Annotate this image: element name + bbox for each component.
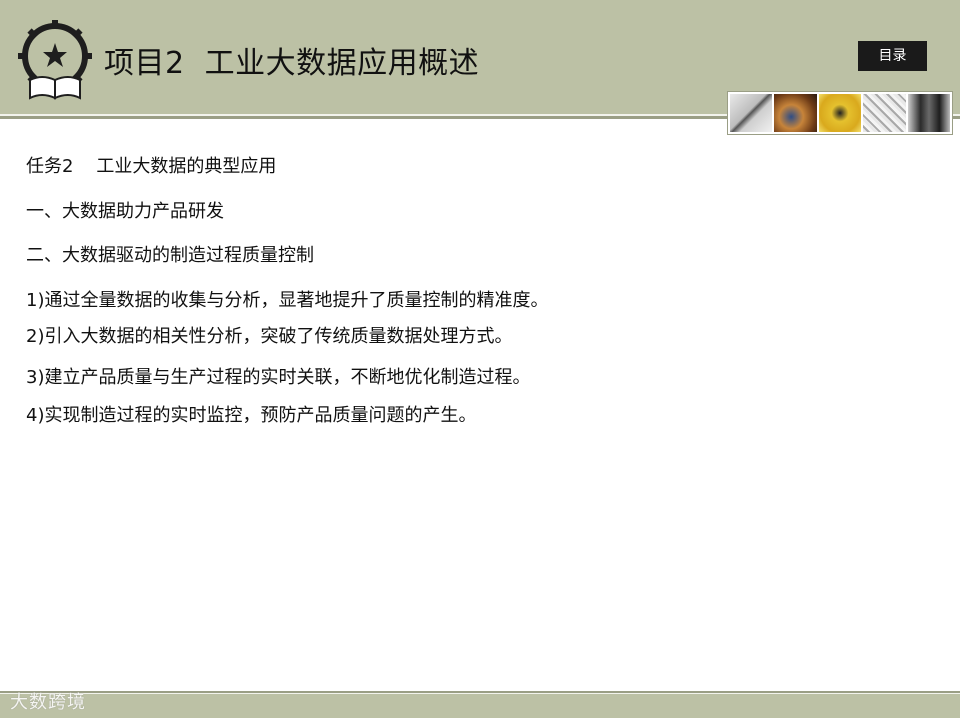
gear-star-book-emblem-icon xyxy=(16,18,94,102)
task-heading: 任务2 工业大数据的典型应用 xyxy=(26,156,277,177)
list-item: 3)建立产品质量与生产过程的实时关联，不断地优化制造过程。 xyxy=(26,367,531,388)
banner-photo-5 xyxy=(907,94,951,132)
section-heading-2: 二、大数据驱动的制造过程质量控制 xyxy=(26,245,314,266)
page-title: 项目2 工业大数据应用概述 xyxy=(104,46,480,81)
banner-photo-2 xyxy=(774,94,817,132)
menu-button[interactable]: 目录 xyxy=(858,41,927,71)
footer-bar xyxy=(0,694,960,718)
section-heading-1: 一、大数据助力产品研发 xyxy=(26,201,224,222)
watermark: 大数跨境 xyxy=(10,692,86,713)
banner-photo-strip xyxy=(727,91,953,135)
banner-photo-1 xyxy=(730,94,773,132)
list-item: 2)引入大数据的相关性分析，突破了传统质量数据处理方式。 xyxy=(26,326,513,347)
list-item: 4)实现制造过程的实时监控，预防产品质量问题的产生。 xyxy=(26,405,477,426)
banner-photo-4 xyxy=(863,94,906,132)
list-item: 1)通过全量数据的收集与分析，显著地提升了质量控制的精准度。 xyxy=(26,290,549,311)
banner-photo-3 xyxy=(818,94,862,132)
